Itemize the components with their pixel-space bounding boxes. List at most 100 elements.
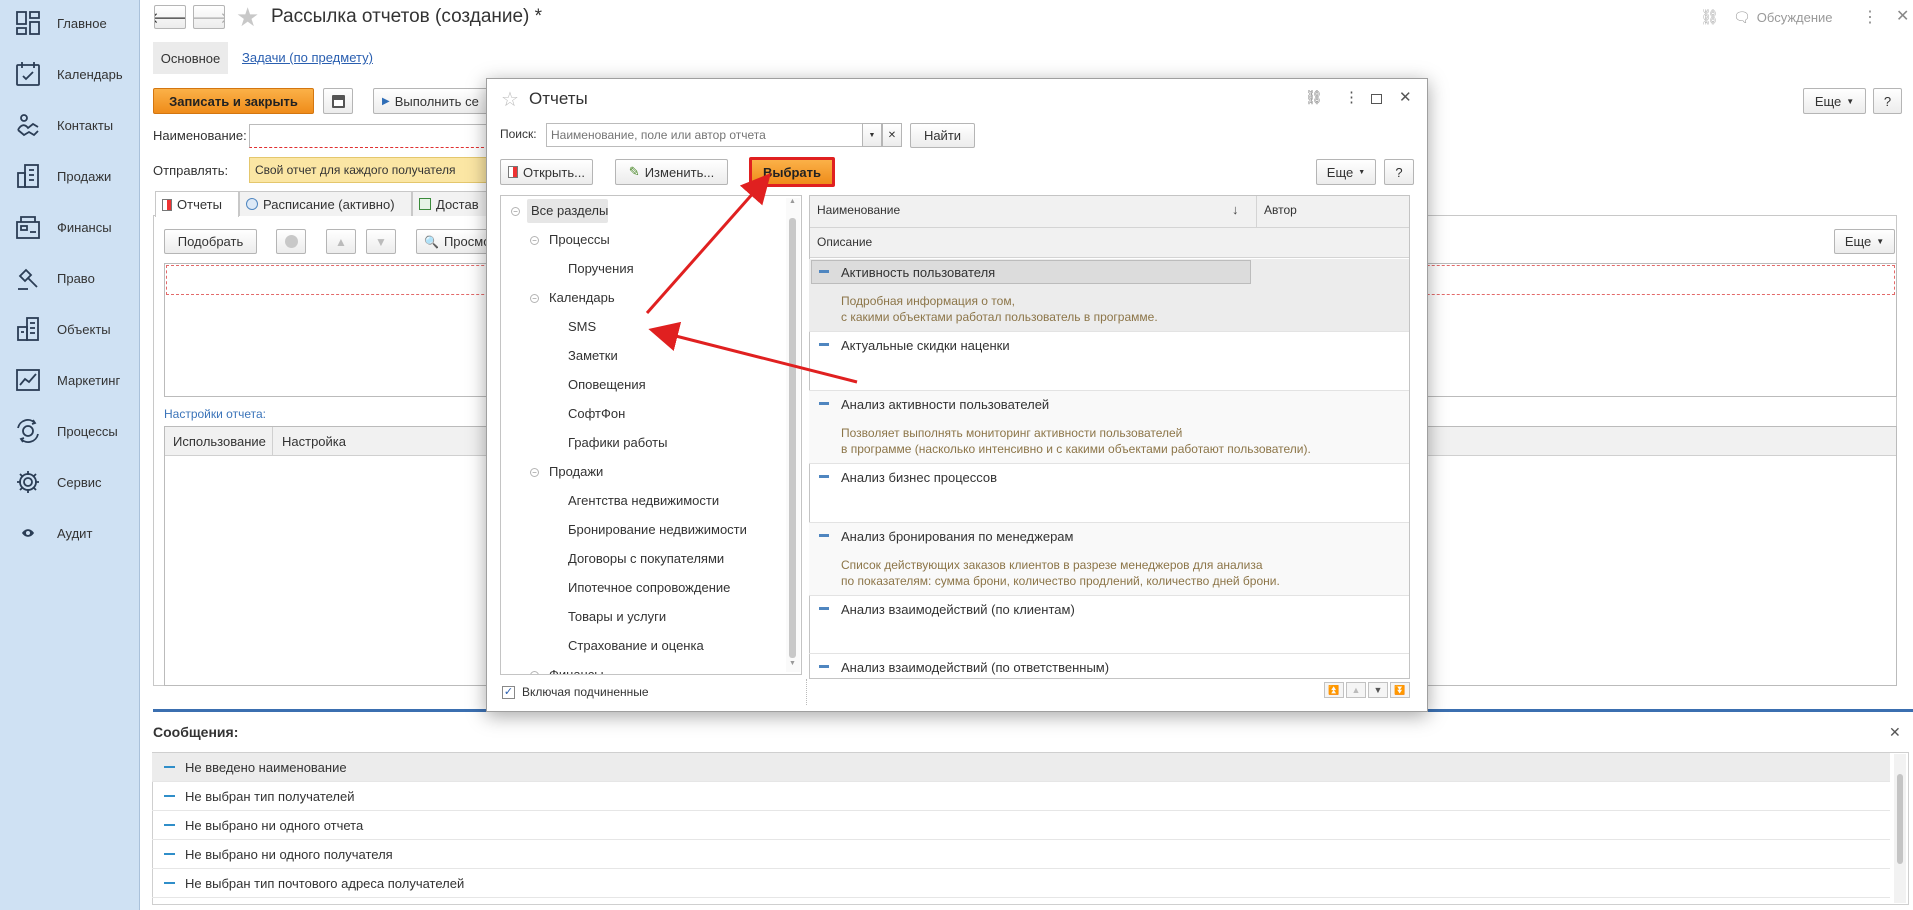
- scroll-page-up-button[interactable]: ▲: [1346, 682, 1366, 698]
- tree-item[interactable]: SMS: [568, 319, 596, 334]
- dialog-close-icon[interactable]: ✕: [1399, 88, 1412, 106]
- report-row[interactable]: Актуальные скидки наценки: [809, 332, 1409, 391]
- tab-main[interactable]: Основное: [153, 42, 228, 74]
- tree-item[interactable]: Оповещения: [568, 377, 646, 392]
- send-select[interactable]: Свой отчет для каждого получателя: [249, 157, 489, 183]
- tree-item[interactable]: Продажи: [549, 464, 603, 479]
- message-item[interactable]: Не введено наименование: [152, 753, 1890, 782]
- forward-button[interactable]: 🡒: [193, 5, 225, 29]
- tab-reports[interactable]: Отчеты: [155, 191, 239, 217]
- report-row[interactable]: Анализ бронирования по менеджерам Список…: [809, 523, 1409, 596]
- more-button[interactable]: Еще ▼: [1803, 88, 1866, 114]
- collapse-toggle-icon[interactable]: −: [530, 468, 539, 477]
- search-dropdown-button[interactable]: ▼: [862, 123, 882, 147]
- sidebar-item-sales[interactable]: Продажи: [0, 156, 140, 196]
- discussion-button[interactable]: 🗨 Обсуждение: [1733, 9, 1833, 26]
- tree-item[interactable]: Агентства недвижимости: [568, 493, 719, 508]
- sidebar-item-objects[interactable]: Объекты: [0, 309, 140, 349]
- sidebar-item-home[interactable]: Главное: [0, 3, 140, 43]
- scroll-bottom-button[interactable]: ⏬: [1390, 682, 1410, 698]
- tree-item[interactable]: СофтФон: [568, 406, 625, 421]
- save-and-close-button[interactable]: Записать и закрыть: [153, 88, 314, 114]
- select-button[interactable]: Выбрать: [749, 157, 835, 187]
- messages-close-icon[interactable]: ✕: [1889, 724, 1901, 741]
- tree-item[interactable]: Поручения: [568, 261, 634, 276]
- dialog-maximize-icon[interactable]: [1371, 94, 1382, 104]
- preview-button[interactable]: 🔍 Просмо: [416, 229, 489, 254]
- pick-button[interactable]: Подобрать: [164, 229, 257, 254]
- move-up-button[interactable]: ▲: [326, 229, 356, 254]
- tab-tasks-link[interactable]: Задачи (по предмету): [242, 50, 373, 65]
- sidebar-item-audit[interactable]: Аудит: [0, 513, 140, 553]
- scroll-up-icon[interactable]: ▲: [789, 198, 796, 205]
- edit-button[interactable]: ✎ Изменить...: [615, 159, 728, 185]
- tree-item[interactable]: Графики работы: [568, 435, 667, 450]
- search-clear-button[interactable]: ✕: [882, 123, 902, 147]
- tree-item[interactable]: Процессы: [549, 232, 610, 247]
- tree-item[interactable]: Страхование и оценка: [568, 638, 704, 653]
- scroll-top-button[interactable]: ⏫: [1324, 682, 1344, 698]
- report-row[interactable]: Анализ бизнес процессов: [809, 464, 1409, 523]
- back-button[interactable]: 🡐: [154, 5, 186, 29]
- messages-scrollbar[interactable]: [1894, 754, 1906, 903]
- tree-item[interactable]: Календарь: [549, 290, 615, 305]
- collapse-toggle-icon[interactable]: −: [530, 294, 539, 303]
- scroll-down-icon[interactable]: ▼: [789, 660, 796, 667]
- move-down-button[interactable]: ▼: [366, 229, 396, 254]
- tree-item[interactable]: Договоры с покупателями: [568, 551, 724, 566]
- sidebar-item-marketing[interactable]: Маркетинг: [0, 360, 140, 400]
- col-description[interactable]: Описание: [817, 235, 872, 249]
- message-item[interactable]: Не выбрано ни одного отчета: [152, 811, 1890, 840]
- collapse-toggle-icon[interactable]: −: [530, 236, 539, 245]
- dialog-more-button[interactable]: Еще ▼: [1316, 159, 1376, 185]
- tree-scrollbar[interactable]: ▲ ▼: [786, 198, 800, 672]
- open-button[interactable]: Открыть...: [500, 159, 593, 185]
- find-button[interactable]: Найти: [910, 123, 975, 148]
- scroll-page-down-button[interactable]: ▼: [1368, 682, 1388, 698]
- tree-item-all-sections[interactable]: Все разделы: [527, 199, 608, 223]
- tree-item[interactable]: Товары и услуги: [568, 609, 666, 624]
- dialog-favorite-star-icon[interactable]: ☆: [501, 87, 519, 112]
- dialog-more-vertical-icon[interactable]: ⋮: [1344, 88, 1359, 106]
- dialog-help-button[interactable]: ?: [1384, 159, 1414, 185]
- inner-more-button[interactable]: Еще ▼: [1834, 229, 1895, 254]
- col-author[interactable]: Автор: [1264, 203, 1297, 217]
- report-row[interactable]: Анализ взаимодействий (по клиентам): [809, 596, 1409, 654]
- tree-item[interactable]: Заметки: [568, 348, 618, 363]
- message-item[interactable]: Не выбран тип получателей: [152, 782, 1890, 811]
- name-input[interactable]: [249, 124, 489, 148]
- sidebar-item-service[interactable]: Сервис: [0, 462, 140, 502]
- include-sub-checkbox[interactable]: ✓: [502, 686, 515, 699]
- execute-button[interactable]: ▶ Выполнить се: [373, 88, 488, 114]
- col-name[interactable]: Наименование: [817, 203, 900, 217]
- favorite-star-icon[interactable]: ★: [236, 2, 259, 32]
- link-icon[interactable]: ⛓: [1700, 8, 1719, 26]
- tab-delivery[interactable]: Достав: [412, 191, 489, 216]
- sidebar-item-processes[interactable]: Процессы: [0, 411, 140, 451]
- collapse-toggle-icon[interactable]: −: [511, 207, 520, 216]
- sort-arrow-icon[interactable]: ↓: [1232, 202, 1239, 217]
- report-row[interactable]: Активность пользователя Подробная информ…: [809, 259, 1409, 332]
- tree-scrollbar-thumb[interactable]: [789, 218, 796, 658]
- delete-button[interactable]: [276, 229, 306, 254]
- report-row[interactable]: Анализ активности пользователей Позволяе…: [809, 391, 1409, 464]
- save-button[interactable]: [323, 88, 353, 114]
- tree-item[interactable]: Бронирование недвижимости: [568, 522, 747, 537]
- tab-schedule[interactable]: Расписание (активно): [239, 191, 412, 216]
- tree-item[interactable]: Финансы: [549, 667, 604, 674]
- messages-scrollbar-thumb[interactable]: [1897, 774, 1903, 864]
- collapse-toggle-icon[interactable]: −: [530, 671, 539, 674]
- settings-col-setting[interactable]: Настройка: [282, 434, 346, 449]
- sidebar-item-law[interactable]: Право: [0, 258, 140, 298]
- report-row[interactable]: Анализ взаимодействий (по ответственным): [809, 654, 1409, 678]
- settings-col-usage[interactable]: Использование: [173, 434, 266, 449]
- tree-item[interactable]: Ипотечное сопровождение: [568, 580, 730, 595]
- close-icon[interactable]: ✕: [1896, 6, 1909, 26]
- search-input[interactable]: [546, 123, 863, 147]
- splitter[interactable]: [806, 679, 807, 705]
- message-item[interactable]: Не выбрано ни одного получателя: [152, 840, 1890, 869]
- help-button[interactable]: ?: [1873, 88, 1902, 114]
- sidebar-item-finance[interactable]: Финансы: [0, 207, 140, 247]
- sidebar-item-contacts[interactable]: Контакты: [0, 105, 140, 145]
- sidebar-item-calendar[interactable]: Календарь: [0, 54, 140, 94]
